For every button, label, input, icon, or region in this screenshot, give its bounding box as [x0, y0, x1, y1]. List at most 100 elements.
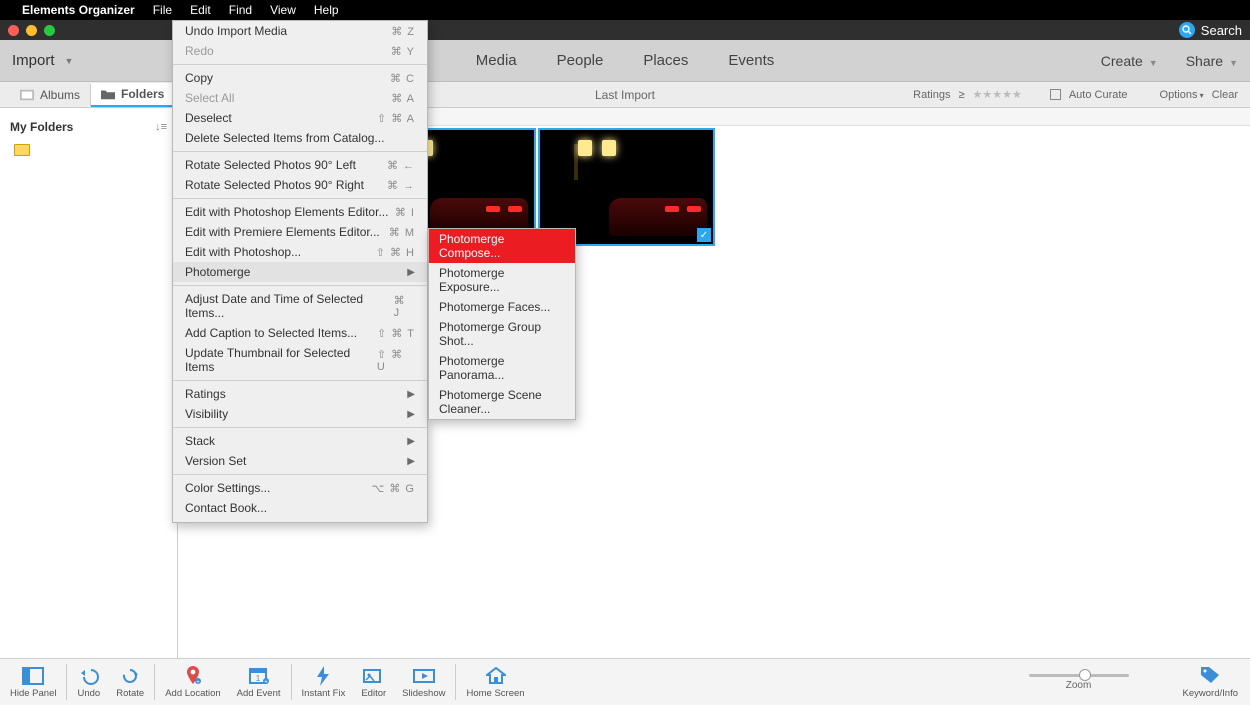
ratings-stars[interactable]: ★★★★★ [973, 88, 1022, 101]
submenu-item[interactable]: Photomerge Faces... [429, 297, 575, 317]
zoom-control[interactable]: Zoom [1029, 674, 1129, 691]
tab-events[interactable]: Events [728, 52, 774, 69]
menu-help[interactable]: Help [314, 3, 339, 17]
zoom-slider[interactable] [1029, 674, 1129, 677]
menu-item[interactable]: Undo Import Media⌘ Z [173, 21, 427, 41]
submenu-item[interactable]: Photomerge Panorama... [429, 351, 575, 385]
add-event-button[interactable]: 1+ Add Event [229, 664, 289, 701]
menu-item[interactable]: Delete Selected Items from Catalog... [173, 128, 427, 148]
menu-item[interactable]: Stack▶ [173, 431, 427, 451]
menu-item[interactable]: Update Thumbnail for Selected Items⇧ ⌘ U [173, 343, 427, 377]
options-button[interactable]: Options ▾ [1160, 89, 1204, 101]
photomerge-submenu[interactable]: Photomerge Compose...Photomerge Exposure… [428, 228, 576, 420]
rotate-icon [119, 666, 141, 686]
menu-edit[interactable]: Edit [190, 3, 211, 17]
check-icon: ✓ [697, 228, 711, 242]
menu-item: Select All⌘ A [173, 88, 427, 108]
menu-item[interactable]: Edit with Premiere Elements Editor...⌘ M [173, 222, 427, 242]
breadcrumb: Last Import [595, 88, 655, 102]
menu-file[interactable]: File [153, 3, 172, 17]
editor-button[interactable]: Editor [353, 664, 394, 701]
subtab-albums[interactable]: Albums [10, 84, 91, 106]
menu-item: Redo⌘ Y [173, 41, 427, 61]
menu-view[interactable]: View [270, 3, 296, 17]
submenu-item[interactable]: Photomerge Scene Cleaner... [429, 385, 575, 419]
menu-find[interactable]: Find [229, 3, 252, 17]
home-screen-button[interactable]: Home Screen [458, 664, 532, 701]
svg-text:+: + [196, 680, 200, 686]
submenu-item[interactable]: Photomerge Exposure... [429, 263, 575, 297]
menu-item[interactable]: Copy⌘ C [173, 68, 427, 88]
create-button[interactable]: Create▼ [1101, 53, 1158, 69]
zoom-label: Zoom [1066, 680, 1092, 691]
bolt-icon [312, 666, 334, 686]
menu-item[interactable]: Version Set▶ [173, 451, 427, 471]
slideshow-button[interactable]: Slideshow [394, 664, 453, 701]
mac-menubar: Elements Organizer File Edit Find View H… [0, 0, 1250, 20]
rotate-button[interactable]: Rotate [108, 664, 152, 701]
album-icon [20, 89, 34, 101]
calendar-icon: 1+ [248, 666, 270, 686]
edit-menu[interactable]: Undo Import Media⌘ ZRedo⌘ Y Copy⌘ CSelect… [172, 20, 428, 523]
sidebar-folder-item[interactable] [10, 142, 167, 158]
submenu-item[interactable]: Photomerge Group Shot... [429, 317, 575, 351]
folders-label: Folders [121, 87, 164, 101]
import-button[interactable]: Import ▼ [12, 48, 73, 73]
instant-fix-button[interactable]: Instant Fix [294, 664, 354, 701]
import-label: Import [12, 52, 55, 69]
menu-item[interactable]: Edit with Photoshop...⇧ ⌘ H [173, 242, 427, 262]
menu-item[interactable]: Ratings▶ [173, 384, 427, 404]
pin-icon: + [182, 666, 204, 686]
sidebar-sort-icon[interactable]: ↓≡ [155, 121, 167, 133]
share-button[interactable]: Share▼ [1186, 53, 1238, 69]
keyword-info-button[interactable]: Keyword/Info [1173, 663, 1248, 701]
sidebar: My Folders ↓≡ [0, 108, 178, 684]
chevron-right-icon: ▶ [407, 267, 415, 278]
editor-icon [363, 666, 385, 686]
tab-media[interactable]: Media [476, 52, 517, 69]
tag-icon [1199, 665, 1221, 686]
close-window-button[interactable] [8, 25, 19, 36]
undo-button[interactable]: Undo [69, 664, 108, 701]
menu-item[interactable]: Deselect⇧ ⌘ A [173, 108, 427, 128]
chevron-right-icon: ▶ [407, 456, 415, 467]
chevron-down-icon: ▼ [1229, 58, 1238, 68]
ratings-gte-icon: ≥ [958, 89, 964, 101]
subtab-folders[interactable]: Folders [91, 83, 175, 107]
panel-icon [22, 666, 44, 686]
clear-button[interactable]: Clear [1212, 89, 1238, 101]
tab-people[interactable]: People [557, 52, 604, 69]
app-name[interactable]: Elements Organizer [22, 3, 135, 17]
auto-curate-checkbox[interactable] [1050, 89, 1061, 100]
menu-item[interactable]: Photomerge▶ [173, 262, 427, 282]
svg-text:1: 1 [255, 674, 260, 683]
add-location-button[interactable]: + Add Location [157, 664, 228, 701]
menu-item[interactable]: Visibility▶ [173, 404, 427, 424]
main-tabs: Media People Places Events [476, 52, 774, 69]
menu-item[interactable]: Rotate Selected Photos 90° Right⌘ → [173, 175, 427, 195]
menu-item[interactable]: Color Settings...⌥ ⌘ G [173, 478, 427, 498]
minimize-window-button[interactable] [26, 25, 37, 36]
submenu-item[interactable]: Photomerge Compose... [429, 229, 575, 263]
menu-item[interactable]: Add Caption to Selected Items...⇧ ⌘ T [173, 323, 427, 343]
bottom-toolbar: Hide Panel Undo Rotate + Add Location 1+… [0, 658, 1250, 705]
menu-item[interactable]: Rotate Selected Photos 90° Left⌘ ← [173, 155, 427, 175]
home-icon [485, 666, 507, 686]
folder-icon [101, 88, 115, 100]
search-icon [1179, 22, 1195, 38]
menu-item[interactable]: Adjust Date and Time of Selected Items..… [173, 289, 427, 323]
fullscreen-window-button[interactable] [44, 25, 55, 36]
undo-icon [78, 666, 100, 686]
menu-item[interactable]: Edit with Photoshop Elements Editor...⌘ … [173, 202, 427, 222]
chevron-down-icon: ▼ [1149, 58, 1158, 68]
chevron-right-icon: ▶ [407, 409, 415, 420]
tab-places[interactable]: Places [643, 52, 688, 69]
chevron-right-icon: ▶ [407, 389, 415, 400]
hide-panel-button[interactable]: Hide Panel [2, 664, 64, 701]
menu-item[interactable]: Contact Book... [173, 498, 427, 518]
search-area[interactable]: Search [1179, 22, 1242, 38]
chevron-down-icon: ▼ [65, 56, 74, 66]
ratings-label: Ratings [913, 89, 950, 101]
chevron-right-icon: ▶ [407, 436, 415, 447]
sidebar-header: My Folders [10, 120, 73, 134]
